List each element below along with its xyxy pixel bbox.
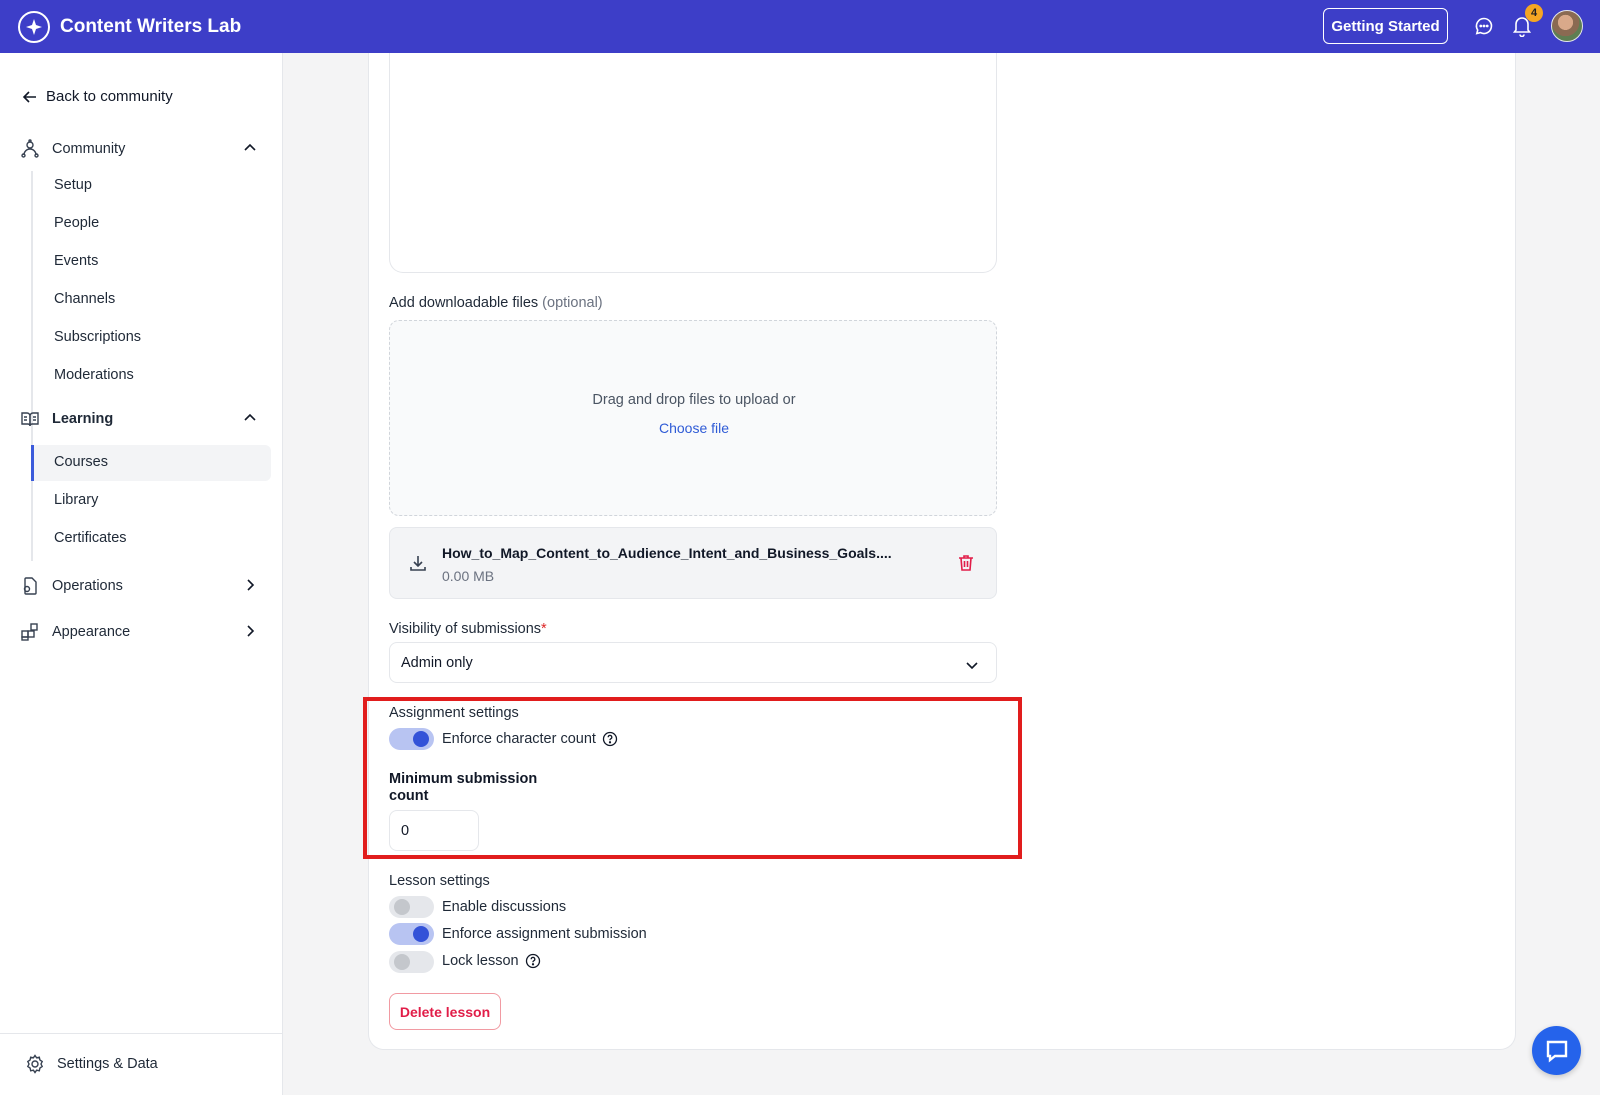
- download-icon[interactable]: [408, 553, 428, 578]
- enable-discussions-toggle[interactable]: [389, 896, 434, 918]
- brand[interactable]: Content Writers Lab: [18, 10, 242, 43]
- lock-lesson-label: Lock lesson: [442, 953, 541, 969]
- appearance-label: Appearance: [52, 624, 131, 640]
- sidebar-item-setup[interactable]: Setup: [54, 177, 92, 193]
- back-link-label: Back to community: [46, 88, 173, 105]
- toggle-knob: [394, 899, 410, 915]
- enforce-assignment-submission-text: Enforce assignment submission: [442, 926, 647, 942]
- choose-file-link[interactable]: Choose file: [390, 420, 998, 436]
- sidebar-item-moderations[interactable]: Moderations: [54, 367, 134, 383]
- sidebar-section-community[interactable]: Community: [20, 139, 266, 159]
- app-name: Content Writers Lab: [60, 15, 242, 37]
- sidebar-item-channels[interactable]: Channels: [54, 291, 115, 307]
- minimum-submission-input[interactable]: 0: [389, 810, 479, 851]
- file-size: 0.00 MB: [442, 568, 495, 584]
- visibility-select[interactable]: Admin only: [389, 642, 997, 683]
- sidebar-item-people[interactable]: People: [54, 215, 99, 231]
- appearance-icon: [21, 623, 38, 641]
- visibility-label-text: Visibility of submissions: [389, 621, 542, 637]
- enforce-character-count-toggle[interactable]: [389, 728, 434, 750]
- chevron-right-icon: [247, 625, 255, 637]
- sidebar-item-subscriptions[interactable]: Subscriptions: [54, 329, 141, 345]
- community-icon: [21, 139, 39, 158]
- chevron-up-icon: [244, 413, 256, 421]
- toggle-knob: [394, 954, 410, 970]
- chevron-down-icon: [966, 662, 978, 670]
- sidebar-item-events[interactable]: Events: [54, 253, 98, 269]
- notification-badge: 4: [1525, 4, 1543, 22]
- chevron-up-icon: [244, 143, 256, 151]
- trash-icon[interactable]: [956, 553, 976, 578]
- minimum-submission-label: Minimum submission count: [389, 771, 538, 804]
- settings-data-link[interactable]: Settings & Data: [25, 1054, 158, 1074]
- visibility-selected-value: Admin only: [401, 655, 473, 671]
- top-bar: Content Writers Lab Getting Started 4: [0, 0, 1600, 53]
- minimum-submission-value: 0: [401, 823, 410, 839]
- delete-lesson-button[interactable]: Delete lesson: [389, 993, 501, 1030]
- operations-label: Operations: [52, 578, 123, 594]
- sidebar-section-operations[interactable]: Operations: [20, 576, 266, 596]
- downloadable-files-label: Add downloadable files (optional): [389, 295, 603, 311]
- help-circle-icon[interactable]: [525, 953, 541, 969]
- community-label: Community: [52, 141, 126, 157]
- lesson-settings-heading: Lesson settings: [389, 873, 490, 889]
- sidebar-section-learning[interactable]: Learning: [20, 409, 266, 429]
- sidebar-section-appearance[interactable]: Appearance: [20, 622, 266, 642]
- help-circle-icon[interactable]: [602, 731, 618, 747]
- gear-icon: [26, 1054, 44, 1074]
- sidebar-item-certificates[interactable]: Certificates: [54, 530, 127, 546]
- lock-lesson-toggle[interactable]: [389, 951, 434, 973]
- uploaded-file-row: How_to_Map_Content_to_Audience_Intent_an…: [389, 527, 997, 599]
- file-dropzone[interactable]: Drag and drop files to upload or Choose …: [389, 320, 997, 516]
- enforce-assignment-submission-label: Enforce assignment submission: [442, 926, 647, 942]
- message-bubble-icon: [1546, 1040, 1567, 1062]
- avatar[interactable]: [1551, 10, 1583, 42]
- chevron-right-icon: [247, 579, 255, 591]
- dropzone-text: Drag and drop files to upload or: [592, 392, 796, 408]
- sidebar: Back to community Community Setup People…: [0, 53, 283, 1095]
- sidebar-footer: Settings & Data: [0, 1033, 283, 1095]
- support-chat-button[interactable]: [1532, 1026, 1581, 1075]
- community-subnav-line: [31, 171, 33, 447]
- lock-lesson-text: Lock lesson: [442, 953, 519, 969]
- file-name: How_to_Map_Content_to_Audience_Intent_an…: [442, 545, 892, 561]
- getting-started-button[interactable]: Getting Started: [1323, 8, 1448, 44]
- toggle-knob: [413, 731, 429, 747]
- assignment-settings-heading: Assignment settings: [389, 705, 519, 721]
- enforce-character-count-text: Enforce character count: [442, 731, 596, 747]
- settings-data-label: Settings & Data: [57, 1056, 158, 1072]
- sidebar-item-courses[interactable]: Courses: [54, 454, 108, 470]
- files-label-text: Add downloadable files: [389, 295, 539, 311]
- visibility-label: Visibility of submissions*: [389, 621, 547, 637]
- learning-label: Learning: [52, 411, 114, 427]
- sidebar-item-library[interactable]: Library: [54, 492, 98, 508]
- enable-discussions-label: Enable discussions: [442, 899, 566, 915]
- active-item-indicator: [31, 445, 34, 481]
- arrow-left-icon: [22, 90, 36, 103]
- required-mark: *: [541, 621, 547, 637]
- toggle-knob: [413, 926, 429, 942]
- files-optional-text: (optional): [542, 295, 603, 311]
- operations-icon: [23, 577, 37, 595]
- enforce-character-count-label: Enforce character count: [442, 731, 618, 747]
- brand-logo-icon: [18, 10, 50, 43]
- lesson-content-editor[interactable]: [389, 53, 997, 273]
- back-to-community-link[interactable]: Back to community: [22, 88, 173, 105]
- enforce-assignment-submission-toggle[interactable]: [389, 923, 434, 945]
- enable-discussions-text: Enable discussions: [442, 899, 567, 915]
- chat-icon[interactable]: [1474, 16, 1494, 41]
- book-open-icon: [21, 412, 39, 427]
